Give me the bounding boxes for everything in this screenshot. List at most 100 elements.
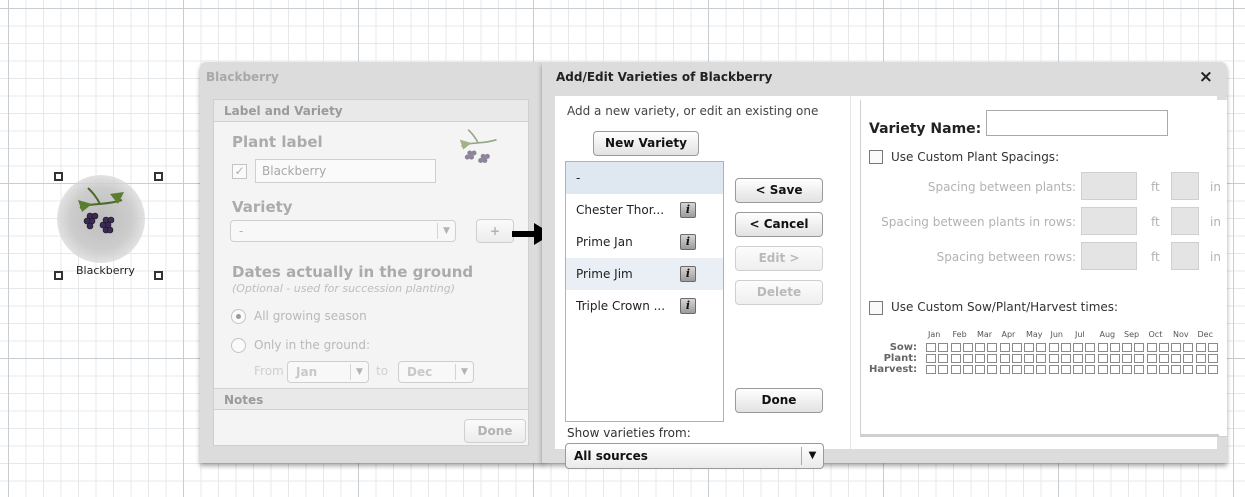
grid-cell-sow[interactable] — [1048, 343, 1059, 352]
grid-cell-plant[interactable] — [1109, 354, 1120, 363]
grid-cell-harvest[interactable] — [1207, 365, 1218, 374]
add-variety-button[interactable]: + — [476, 219, 514, 243]
grid-cell-plant[interactable] — [1060, 354, 1071, 363]
grid-cell-sow[interactable] — [1024, 343, 1034, 352]
grid-cell-plant[interactable] — [1158, 354, 1169, 363]
info-icon[interactable]: i — [680, 298, 696, 314]
grid-cell-harvest[interactable] — [1195, 365, 1206, 374]
grid-cell-harvest[interactable] — [987, 365, 998, 374]
custom-times-checkbox[interactable] — [869, 301, 883, 315]
grid-cell-harvest[interactable] — [1060, 365, 1071, 374]
info-icon[interactable]: i — [680, 202, 696, 218]
grid-cell-harvest[interactable] — [1085, 365, 1096, 374]
grid-cell-plant[interactable] — [1048, 354, 1059, 363]
info-icon[interactable]: i — [680, 234, 696, 250]
grid-cell-harvest[interactable] — [1036, 365, 1047, 374]
section-label-and-variety[interactable]: Label and Variety — [214, 100, 528, 122]
grid-cell-sow[interactable] — [1195, 343, 1206, 352]
delete-button[interactable]: Delete — [735, 280, 823, 305]
grid-cell-plant[interactable] — [1097, 354, 1108, 363]
spacing-plants-ft-input[interactable] — [1081, 172, 1137, 200]
dialog-done-button[interactable]: Done — [735, 388, 823, 413]
spacing-rows-in-input[interactable] — [1171, 242, 1199, 270]
grid-cell-harvest[interactable] — [1134, 365, 1145, 374]
plant-label-input[interactable]: Blackberry — [255, 159, 436, 183]
grid-cell-sow[interactable] — [1171, 343, 1181, 352]
grid-cell-plant[interactable] — [1134, 354, 1145, 363]
grid-cell-plant[interactable] — [975, 354, 985, 363]
grid-cell-harvest[interactable] — [999, 365, 1010, 374]
grid-cell-sow[interactable] — [975, 343, 985, 352]
save-button[interactable]: < Save — [735, 178, 823, 203]
grid-cell-harvest[interactable] — [1073, 365, 1083, 374]
grid-cell-harvest[interactable] — [926, 365, 936, 374]
grid-cell-sow[interactable] — [1158, 343, 1169, 352]
grid-cell-harvest[interactable] — [1048, 365, 1059, 374]
grid-cell-sow[interactable] — [1122, 343, 1132, 352]
radio-only-ground[interactable] — [231, 338, 246, 353]
section-notes[interactable]: Notes — [214, 388, 528, 410]
grid-cell-plant[interactable] — [1122, 354, 1132, 363]
close-icon[interactable]: × — [1199, 68, 1213, 86]
grid-cell-harvest[interactable] — [1158, 365, 1169, 374]
grid-cell-plant[interactable] — [926, 354, 936, 363]
grid-cell-plant[interactable] — [1085, 354, 1096, 363]
grid-cell-harvest[interactable] — [950, 365, 961, 374]
spacing-rows-ft-input[interactable] — [1081, 242, 1137, 270]
grid-cell-sow[interactable] — [1011, 343, 1022, 352]
grid-cell-plant[interactable] — [962, 354, 973, 363]
grid-cell-harvest[interactable] — [1146, 365, 1157, 374]
left-done-button[interactable]: Done — [464, 419, 526, 443]
list-item[interactable]: Prime Jim i — [566, 258, 723, 290]
grid-cell-plant[interactable] — [1207, 354, 1218, 363]
grid-cell-plant[interactable] — [1195, 354, 1206, 363]
grid-cell-plant[interactable] — [1073, 354, 1083, 363]
grid-cell-harvest[interactable] — [1097, 365, 1108, 374]
spacing-plants-in-input[interactable] — [1171, 172, 1199, 200]
grid-cell-harvest[interactable] — [1171, 365, 1181, 374]
grid-cell-sow[interactable] — [1146, 343, 1157, 352]
grid-cell-plant[interactable] — [950, 354, 961, 363]
variety-select[interactable]: - ▼ — [230, 220, 456, 242]
grid-cell-sow[interactable] — [1183, 343, 1194, 352]
spacing-rows-plants-in-input[interactable] — [1171, 207, 1199, 235]
spacing-rows-plants-ft-input[interactable] — [1081, 207, 1137, 235]
grid-cell-sow[interactable] — [987, 343, 998, 352]
grid-cell-sow[interactable] — [1097, 343, 1108, 352]
grid-cell-sow[interactable] — [1036, 343, 1047, 352]
grid-cell-plant[interactable] — [1036, 354, 1047, 363]
resize-handle-top-right[interactable] — [154, 172, 163, 181]
grid-cell-sow[interactable] — [1085, 343, 1096, 352]
grid-cell-sow[interactable] — [1073, 343, 1083, 352]
list-item[interactable]: - — [566, 162, 723, 194]
grid-cell-sow[interactable] — [1060, 343, 1071, 352]
grid-cell-plant[interactable] — [1146, 354, 1157, 363]
grid-cell-harvest[interactable] — [1024, 365, 1034, 374]
to-month-select[interactable]: Dec ▼ — [398, 361, 474, 383]
grid-cell-sow[interactable] — [1134, 343, 1145, 352]
plant-object[interactable]: Blackberry — [50, 168, 166, 280]
new-variety-button[interactable]: New Variety — [593, 131, 699, 156]
edit-button[interactable]: Edit > — [735, 246, 823, 271]
resize-handle-bottom-right[interactable] — [154, 271, 163, 280]
list-item[interactable]: Triple Crown ... i — [566, 290, 723, 322]
variety-name-input[interactable] — [986, 110, 1168, 136]
grid-cell-harvest[interactable] — [962, 365, 973, 374]
grid-cell-sow[interactable] — [926, 343, 936, 352]
plant-label-checkbox[interactable]: ✓ — [232, 164, 247, 179]
list-item[interactable]: Chester Thor... i — [566, 194, 723, 226]
info-icon[interactable]: i — [680, 266, 696, 282]
grid-cell-plant[interactable] — [1171, 354, 1181, 363]
list-item[interactable]: Prime Jan i — [566, 226, 723, 258]
radio-all-season[interactable] — [231, 309, 246, 324]
custom-spacing-checkbox[interactable] — [869, 150, 883, 164]
grid-cell-plant[interactable] — [1183, 354, 1194, 363]
grid-cell-sow[interactable] — [1109, 343, 1120, 352]
grid-cell-harvest[interactable] — [1122, 365, 1132, 374]
from-month-select[interactable]: Jan ▼ — [287, 361, 369, 383]
grid-cell-sow[interactable] — [1207, 343, 1218, 352]
grid-cell-sow[interactable] — [950, 343, 961, 352]
grid-cell-sow[interactable] — [999, 343, 1010, 352]
grid-cell-harvest[interactable] — [1011, 365, 1022, 374]
grid-cell-harvest[interactable] — [1109, 365, 1120, 374]
